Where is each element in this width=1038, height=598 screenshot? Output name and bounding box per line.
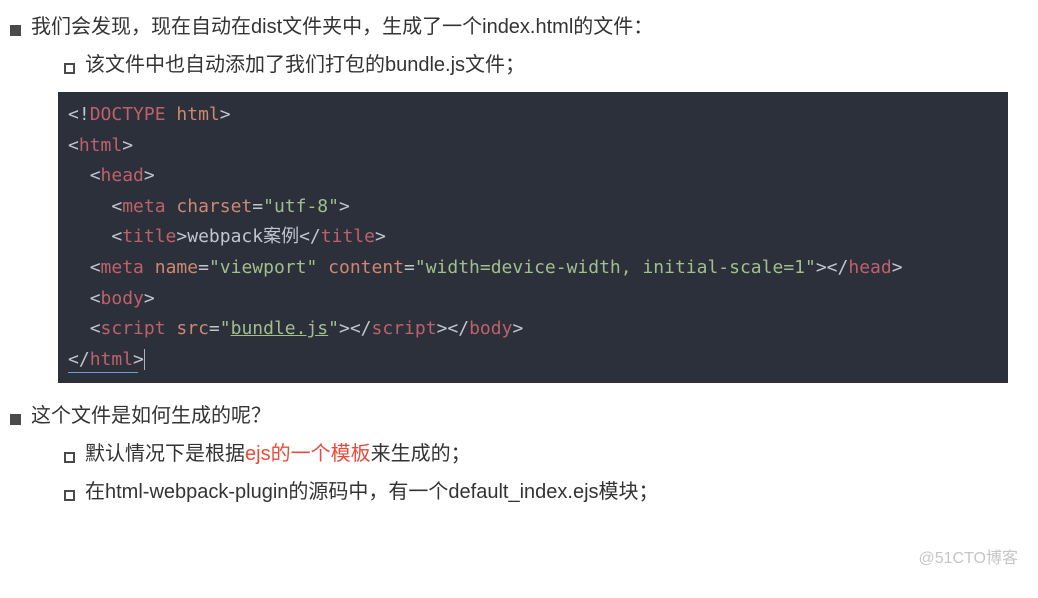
code-eq: = (404, 257, 415, 278)
code-bracket: > (339, 318, 350, 339)
code-bracket: < (90, 257, 101, 278)
code-bracket: < (111, 196, 122, 217)
subbullet-square-icon (64, 490, 75, 501)
code-bracket: </ (68, 349, 90, 370)
code-attr: html (176, 104, 219, 125)
code-block: <!DOCTYPE html> <html> <head> <meta char… (58, 92, 1008, 383)
subbullet-item-3: 在html-webpack-plugin的源码中，有一个default_inde… (64, 473, 1028, 511)
code-quote: " (328, 318, 339, 339)
code-tag: script (101, 318, 166, 339)
code-link: bundle.js (231, 318, 329, 339)
code-bracket: </ (447, 318, 469, 339)
subbullet-2-text: 默认情况下是根据ejs的一个模板来生成的； (85, 435, 471, 473)
code-tag: body (101, 288, 144, 309)
code-indent (68, 196, 111, 217)
code-tag: title (321, 226, 375, 247)
code-space (317, 257, 328, 278)
code-bracket: < (90, 318, 101, 339)
subbullet-item-1: 该文件中也自动添加了我们打包的bundle.js文件； (64, 46, 1028, 84)
subbullet-3-text: 在html-webpack-plugin的源码中，有一个default_inde… (85, 473, 659, 511)
code-attr: charset (176, 196, 252, 217)
code-indent (68, 288, 90, 309)
code-attr: src (176, 318, 209, 339)
code-bracket: < (90, 288, 101, 309)
subbullet-2-prefix: 默认情况下是根据 (85, 443, 245, 465)
code-attr: name (155, 257, 198, 278)
code-space (166, 196, 177, 217)
code-tag: head (101, 165, 144, 186)
code-bracket: < (90, 165, 101, 186)
code-bracket: > (892, 257, 903, 278)
code-bracket: > (339, 196, 350, 217)
subbullet-2-highlight: ejs的一个模板 (245, 443, 371, 465)
code-indent (68, 257, 90, 278)
code-bracket: > (437, 318, 448, 339)
code-bracket: > (220, 104, 231, 125)
code-string: "width=device-width, initial-scale=1" (415, 257, 816, 278)
code-space (166, 318, 177, 339)
code-space (144, 257, 155, 278)
code-bracket: > (512, 318, 523, 339)
code-tag: html (90, 349, 133, 370)
code-tag: head (848, 257, 891, 278)
bullet-square-icon (10, 414, 21, 425)
code-quote: " (220, 318, 231, 339)
subbullet-square-icon (64, 63, 75, 74)
code-eq: = (209, 318, 220, 339)
code-text: webpack案例 (187, 226, 299, 247)
code-string: "utf-8" (263, 196, 339, 217)
code-space (166, 104, 177, 125)
code-tag: meta (101, 257, 144, 278)
code-bracket: > (144, 288, 155, 309)
code-bracket: < (111, 226, 122, 247)
bullet-square-icon (10, 25, 21, 36)
code-string: "viewport" (209, 257, 317, 278)
subbullet-2-suffix: 来生成的； (371, 443, 471, 465)
subbullet-square-icon (64, 452, 75, 463)
code-bracket: > (133, 349, 145, 370)
code-bracket: </ (827, 257, 849, 278)
code-bracket: > (122, 135, 133, 156)
code-bracket: > (816, 257, 827, 278)
code-bracket: < (68, 135, 79, 156)
code-attr: content (328, 257, 404, 278)
bullet-item-1: 我们会发现，现在自动在dist文件夹中，生成了一个index.html的文件： (10, 8, 1028, 46)
code-tag: title (122, 226, 176, 247)
code-tag: meta (122, 196, 165, 217)
code-indent (68, 226, 111, 247)
code-bracket: </ (299, 226, 321, 247)
subbullet-item-2: 默认情况下是根据ejs的一个模板来生成的； (64, 435, 1028, 473)
code-eq: = (198, 257, 209, 278)
code-tag: script (372, 318, 437, 339)
code-bracket: > (144, 165, 155, 186)
code-tag: html (79, 135, 122, 156)
watermark: @51CTO博客 (918, 544, 1018, 574)
code-doctype: DOCTYPE (90, 104, 166, 125)
cursor-highlight: </html> (68, 349, 145, 370)
bullet-item-2: 这个文件是如何生成的呢？ (10, 397, 1028, 435)
code-eq: = (252, 196, 263, 217)
code-indent (68, 318, 90, 339)
bullet-1-text: 我们会发现，现在自动在dist文件夹中，生成了一个index.html的文件： (31, 8, 653, 46)
code-bracket: </ (350, 318, 372, 339)
code-indent (68, 165, 90, 186)
code-bracket: <! (68, 104, 90, 125)
code-tag: body (469, 318, 512, 339)
code-bracket: > (176, 226, 187, 247)
bullet-2-text: 这个文件是如何生成的呢？ (31, 397, 271, 435)
subbullet-1-text: 该文件中也自动添加了我们打包的bundle.js文件； (85, 46, 525, 84)
code-bracket: > (375, 226, 386, 247)
